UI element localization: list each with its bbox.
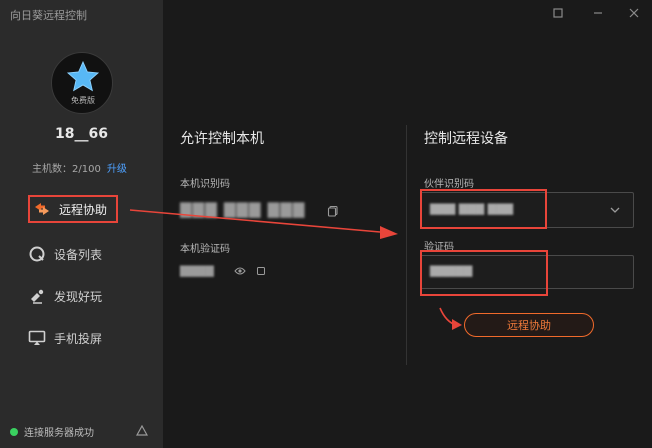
local-id-label: 本机识别码 bbox=[180, 179, 230, 190]
status-text: 连接服务器成功 bbox=[24, 428, 94, 439]
device-count: 主机数：2/100 升级 bbox=[32, 160, 127, 175]
discover-icon bbox=[31, 289, 44, 304]
partner-id-highlight bbox=[420, 189, 547, 229]
account-badge: 免费版 bbox=[71, 96, 95, 105]
screen-cast-icon bbox=[28, 330, 46, 345]
device-count-text: 主机数：2/100 bbox=[32, 164, 101, 175]
remote-verify-highlight bbox=[420, 250, 548, 296]
app-title: 向日葵远程控制 bbox=[10, 9, 87, 22]
star-icon bbox=[66, 60, 100, 92]
section-divider bbox=[406, 125, 407, 365]
minimize-icon[interactable] bbox=[592, 7, 604, 19]
status-info-icon[interactable] bbox=[136, 425, 148, 437]
local-verify-value: ▇▇▇▇ bbox=[180, 264, 214, 277]
allow-control-title: 允许控制本机 bbox=[180, 131, 264, 147]
nav-item-label: 远程协助 bbox=[59, 202, 108, 217]
avatar[interactable]: 免费版 bbox=[51, 52, 113, 114]
online-dot bbox=[10, 427, 18, 436]
partner-id-label: 伙伴识别码 bbox=[424, 179, 474, 190]
local-id-value: ▇▇▇ ▇▇▇ ▇▇▇ bbox=[180, 200, 305, 218]
nav-item-screen-cast[interactable]: 手机投屏 bbox=[28, 324, 102, 352]
remote-assist-button[interactable]: 远程协助 bbox=[464, 313, 594, 337]
nav-item-label: 设备列表 bbox=[54, 247, 103, 262]
nav-item-discover[interactable]: 发现好玩 bbox=[28, 282, 102, 310]
eye-icon[interactable] bbox=[234, 266, 246, 276]
local-id-text: ▇▇▇ ▇▇▇ ▇▇▇ bbox=[180, 200, 306, 218]
nav-item-device-list[interactable]: 设备列表 bbox=[28, 240, 102, 268]
copy-icon[interactable] bbox=[256, 266, 266, 276]
upgrade-link[interactable]: 升级 bbox=[107, 164, 127, 175]
nav-item-label: 手机投屏 bbox=[54, 331, 103, 346]
remote-control-title: 控制远程设备 bbox=[424, 131, 508, 147]
arrow-to-connect bbox=[439, 307, 462, 330]
chevron-down-icon[interactable] bbox=[609, 205, 621, 215]
nav-item-label: 发现好玩 bbox=[54, 289, 103, 304]
device-list-icon bbox=[29, 246, 45, 262]
sidebar: 向日葵远程控制 免费版 18__66 主机数：2/100 升级 远程协助 设备列表… bbox=[0, 0, 163, 448]
swap-arrows-icon bbox=[35, 203, 49, 215]
local-verify-text: ▇▇▇▇ bbox=[180, 264, 214, 277]
username: 18__66 bbox=[55, 126, 108, 142]
settings-icon[interactable] bbox=[552, 7, 564, 19]
nav-item-remote-assist[interactable]: 远程协助 bbox=[28, 195, 118, 223]
local-verify-label: 本机验证码 bbox=[180, 244, 230, 255]
connection-status: 连接服务器成功 bbox=[10, 424, 94, 439]
close-icon[interactable] bbox=[628, 7, 640, 19]
copy-icon[interactable] bbox=[327, 205, 339, 217]
